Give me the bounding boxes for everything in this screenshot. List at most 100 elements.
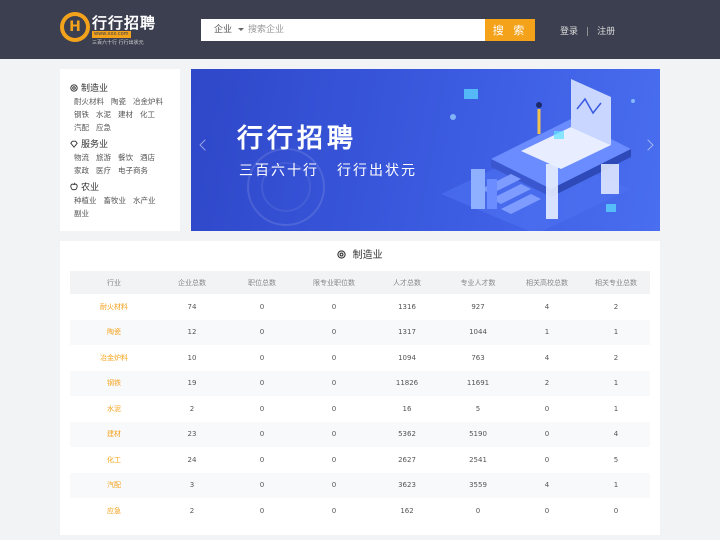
table-cell: 23 bbox=[158, 421, 226, 447]
category-item[interactable]: 物流 bbox=[74, 151, 89, 164]
table-cell: 4 bbox=[512, 472, 582, 498]
table-cell: 4 bbox=[582, 421, 650, 447]
category-item[interactable]: 种植业 bbox=[74, 194, 97, 207]
industry-link[interactable]: 应急 bbox=[70, 498, 158, 524]
table-cell: 16 bbox=[402, 404, 412, 413]
table-cell: 0 bbox=[226, 370, 298, 396]
gear-icon bbox=[337, 250, 347, 259]
search-button[interactable]: 搜 索 bbox=[485, 19, 535, 41]
gear-icon bbox=[70, 83, 78, 92]
table-cell: 0 bbox=[259, 353, 265, 362]
table-cell: 1 bbox=[582, 370, 650, 396]
table-cell: 3 bbox=[158, 472, 226, 498]
login-link[interactable]: 登录 bbox=[560, 27, 578, 37]
table-cell: 19 bbox=[158, 370, 226, 396]
table-cell: 0 bbox=[544, 455, 550, 464]
table-cell: 11691 bbox=[444, 370, 512, 396]
category-title[interactable]: 服务业 bbox=[70, 137, 170, 150]
category-item[interactable]: 电子商务 bbox=[118, 164, 148, 177]
category-item[interactable]: 医疗 bbox=[96, 164, 111, 177]
category-item[interactable]: 餐饮 bbox=[118, 151, 133, 164]
hero-banner[interactable]: 行行招聘 三百六十行 行行出状元 bbox=[191, 69, 660, 231]
table-cell: 24 bbox=[187, 455, 197, 464]
auth-separator: | bbox=[586, 27, 590, 37]
category-item[interactable]: 化工 bbox=[140, 108, 155, 121]
column-header: 企业总数 bbox=[158, 271, 226, 294]
register-link[interactable]: 注册 bbox=[597, 27, 615, 37]
table-cell: 0 bbox=[331, 404, 337, 413]
table-cell: 0 bbox=[226, 472, 298, 498]
table-cell: 0 bbox=[331, 302, 337, 311]
category-item[interactable]: 应急 bbox=[96, 121, 111, 134]
category-item[interactable]: 建材 bbox=[118, 108, 133, 121]
table-row: 建材 23 0 0 5362 5190 0 4 bbox=[70, 421, 650, 447]
industry-link[interactable]: 水泥 bbox=[70, 396, 158, 422]
table-cell: 0 bbox=[298, 319, 370, 345]
logo-badge: H bbox=[60, 12, 90, 42]
category-title[interactable]: 农业 bbox=[70, 180, 170, 193]
industry-link[interactable]: 陶瓷 bbox=[70, 319, 158, 345]
category-item[interactable]: 汽配 bbox=[74, 121, 89, 134]
industry-link[interactable]: 化工 bbox=[70, 447, 158, 473]
table-cell: 4 bbox=[544, 302, 550, 311]
category-title[interactable]: 制造业 bbox=[70, 81, 170, 94]
category-title-label: 农业 bbox=[81, 183, 100, 193]
column-header: 人才总数 bbox=[370, 271, 444, 294]
table-cell: 162 bbox=[400, 506, 414, 515]
search-input[interactable] bbox=[248, 19, 484, 41]
table-cell: 0 bbox=[259, 506, 265, 515]
industry-link[interactable]: 建材 bbox=[70, 421, 158, 447]
table-cell: 0 bbox=[512, 421, 582, 447]
category-title-label: 服务业 bbox=[81, 140, 109, 150]
apple-icon bbox=[70, 182, 78, 191]
search-type-select[interactable]: 企业 bbox=[201, 19, 245, 41]
category-item[interactable]: 家政 bbox=[74, 164, 89, 177]
category-item[interactable]: 冶金炉料 bbox=[133, 95, 163, 108]
chevron-down-icon bbox=[238, 28, 244, 31]
category-item[interactable]: 钢铁 bbox=[74, 108, 89, 121]
category-item[interactable]: 耐火材料 bbox=[74, 95, 104, 108]
table-cell: 927 bbox=[471, 302, 485, 311]
industry-link[interactable]: 耐火材料 bbox=[70, 294, 158, 320]
table-cell: 1 bbox=[512, 319, 582, 345]
diamond-icon bbox=[70, 140, 78, 148]
table-cell: 0 bbox=[226, 421, 298, 447]
category-item[interactable]: 畜牧业 bbox=[104, 194, 127, 207]
search-type-label: 企业 bbox=[214, 25, 233, 35]
category-item[interactable]: 水产业 bbox=[133, 194, 156, 207]
category-item[interactable]: 副业 bbox=[74, 207, 89, 220]
logo-name: 行行招聘 bbox=[92, 14, 157, 32]
industry-link[interactable]: 钢铁 bbox=[70, 370, 158, 396]
table-cell: 5 bbox=[475, 404, 481, 413]
column-header: 限专业职位数 bbox=[298, 271, 370, 294]
category-item[interactable]: 酒店 bbox=[140, 151, 155, 164]
category-sidebar: 制造业 耐火材料 陶瓷 冶金炉料 钢铁 水泥 建材 化工 汽配 应急 服务业 物… bbox=[60, 69, 180, 231]
category-items: 种植业 畜牧业 水产业 副业 bbox=[70, 194, 174, 220]
site-logo[interactable]: H 行行招聘 www.xxx.com 三百六十行 行行出状元 bbox=[60, 12, 160, 48]
table-cell: 5362 bbox=[370, 421, 444, 447]
logo-slogan: 三百六十行 行行出状元 bbox=[92, 40, 144, 46]
table-cell: 2 bbox=[512, 370, 582, 396]
table-cell: 3623 bbox=[370, 472, 444, 498]
industry-link[interactable]: 汽配 bbox=[70, 472, 158, 498]
category-item[interactable]: 陶瓷 bbox=[111, 95, 126, 108]
table-cell: 2 bbox=[189, 506, 195, 515]
table-cell: 0 bbox=[544, 404, 550, 413]
table-cell: 0 bbox=[298, 370, 370, 396]
table-cell: 0 bbox=[298, 472, 370, 498]
table-cell: 0 bbox=[331, 353, 337, 362]
table-cell: 3559 bbox=[444, 472, 512, 498]
table-cell: 2 bbox=[613, 353, 619, 362]
table-cell: 2627 bbox=[398, 455, 416, 464]
category-item[interactable]: 水泥 bbox=[96, 108, 111, 121]
column-header: 专业人才数 bbox=[444, 271, 512, 294]
category-items: 物流 旅游 餐饮 酒店 家政 医疗 电子商务 bbox=[70, 151, 174, 177]
table-row: 化工 24 0 0 2627 2541 0 5 bbox=[70, 447, 650, 473]
table-cell: 0 bbox=[226, 319, 298, 345]
industry-link[interactable]: 冶金炉料 bbox=[70, 345, 158, 371]
category-item[interactable]: 旅游 bbox=[96, 151, 111, 164]
panel-title-label: 制造业 bbox=[352, 250, 383, 261]
industry-stats-table: 行业 企业总数 职位总数 限专业职位数 人才总数 专业人才数 相关高校总数 相关… bbox=[70, 271, 650, 524]
table-row: 汽配 3 0 0 3623 3559 4 1 bbox=[70, 472, 650, 498]
table-cell: 11826 bbox=[370, 370, 444, 396]
